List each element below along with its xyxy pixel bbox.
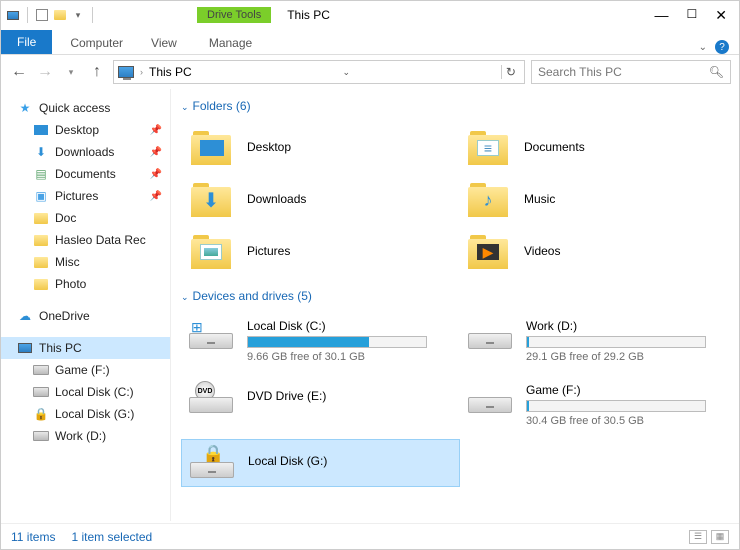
qat-properties-icon[interactable] <box>34 7 50 23</box>
view-large-button[interactable]: ▦ <box>711 530 729 544</box>
downloads-icon: ⬇ <box>33 144 49 160</box>
minimize-button[interactable]: — <box>655 7 669 24</box>
drive-local-g[interactable]: 🔒 Local Disk (G:) <box>181 439 460 487</box>
sidebar-onedrive[interactable]: ☁OneDrive <box>1 305 170 327</box>
capacity-bar <box>526 400 706 412</box>
sidebar-drive-work[interactable]: Work (D:) <box>1 425 170 447</box>
folder-icon <box>33 254 49 270</box>
app-icon <box>5 7 21 23</box>
documents-icon: ▤ <box>33 166 49 182</box>
search-placeholder: Search This PC <box>538 65 622 79</box>
folder-pictures[interactable]: Pictures <box>185 227 462 275</box>
address-path: This PC <box>149 65 192 79</box>
close-button[interactable]: ✕ <box>715 7 727 24</box>
locked-drive-icon: 🔒 <box>33 406 49 422</box>
drive-dvd-e[interactable]: DVD DVD Drive (E:) <box>181 375 460 435</box>
pc-icon <box>17 340 33 356</box>
forward-button[interactable]: → <box>35 62 55 82</box>
folder-desktop[interactable]: Desktop <box>185 123 462 171</box>
sidebar-item-misc[interactable]: Misc <box>1 251 170 273</box>
sidebar-item-pictures[interactable]: ▣Pictures📌 <box>1 185 170 207</box>
recent-dropdown[interactable]: ▾ <box>61 62 81 82</box>
drive-icon <box>33 384 49 400</box>
status-selected-count: 1 item selected <box>71 530 152 544</box>
dvd-drive-icon: DVD <box>189 383 233 413</box>
cloud-icon: ☁ <box>17 308 33 324</box>
drive-game-f[interactable]: Game (F:)30.4 GB free of 30.5 GB <box>460 375 739 435</box>
drive-icon: ⊞ <box>189 319 233 349</box>
sidebar-quick-access[interactable]: ★Quick access <box>1 97 170 119</box>
refresh-button[interactable]: ↻ <box>501 65 520 79</box>
tab-computer[interactable]: Computer <box>56 32 137 54</box>
title-bar: ▾ Drive Tools This PC — ☐ ✕ <box>1 1 739 29</box>
drive-icon <box>468 319 512 349</box>
status-item-count: 11 items <box>11 530 55 544</box>
sidebar-item-desktop[interactable]: Desktop📌 <box>1 119 170 141</box>
maximize-button[interactable]: ☐ <box>687 7 698 24</box>
drive-work-d[interactable]: Work (D:)29.1 GB free of 29.2 GB <box>460 311 739 371</box>
folder-icon <box>33 276 49 292</box>
address-bar[interactable]: › This PC ⌄ ↻ <box>113 60 525 84</box>
folder-downloads[interactable]: ⬇Downloads <box>185 175 462 223</box>
pc-icon <box>118 66 134 78</box>
desktop-icon <box>33 122 49 138</box>
section-drives-header[interactable]: ⌄Devices and drives (5) <box>175 285 739 307</box>
quick-access-toolbar: ▾ <box>5 7 97 23</box>
sidebar-drive-game[interactable]: Game (F:) <box>1 359 170 381</box>
locked-drive-icon: 🔒 <box>190 448 234 478</box>
drive-icon <box>468 383 512 413</box>
navigation-bar: ← → ▾ ↑ › This PC ⌄ ↻ Search This PC 🔍︎ <box>1 55 739 89</box>
status-bar: 11 items 1 item selected ☰ ▦ <box>1 523 739 549</box>
folder-icon <box>33 232 49 248</box>
search-input[interactable]: Search This PC 🔍︎ <box>531 60 731 84</box>
sidebar-item-doc[interactable]: Doc <box>1 207 170 229</box>
search-icon: 🔍︎ <box>709 65 724 79</box>
drive-icon <box>33 428 49 444</box>
folder-documents[interactable]: ≡Documents <box>462 123 739 171</box>
sidebar-item-hasleo[interactable]: Hasleo Data Rec <box>1 229 170 251</box>
tab-file[interactable]: File <box>1 30 52 54</box>
tab-manage[interactable]: Manage <box>195 32 266 54</box>
sidebar-item-downloads[interactable]: ⬇Downloads📌 <box>1 141 170 163</box>
ribbon-tabs: File Computer View Manage ⌄ ? <box>1 29 739 55</box>
window-title: This PC <box>287 8 330 22</box>
chevron-down-icon: ⌄ <box>181 292 189 302</box>
pin-icon: 📌 <box>150 191 162 202</box>
section-folders-header[interactable]: ⌄Folders (6) <box>175 95 739 117</box>
view-details-button[interactable]: ☰ <box>689 530 707 544</box>
sidebar-drive-c[interactable]: Local Disk (C:) <box>1 381 170 403</box>
help-icon[interactable]: ? <box>715 40 729 54</box>
back-button[interactable]: ← <box>9 62 29 82</box>
capacity-bar <box>247 336 427 348</box>
sidebar-item-documents[interactable]: ▤Documents📌 <box>1 163 170 185</box>
drive-local-c[interactable]: ⊞ Local Disk (C:)9.66 GB free of 30.1 GB <box>181 311 460 371</box>
pin-icon: 📌 <box>150 147 162 158</box>
folder-music[interactable]: ♪Music <box>462 175 739 223</box>
qat-dropdown-icon[interactable]: ▾ <box>70 7 86 23</box>
tab-view[interactable]: View <box>137 32 191 54</box>
sidebar-item-photo[interactable]: Photo <box>1 273 170 295</box>
folder-videos[interactable]: ▶Videos <box>462 227 739 275</box>
pictures-icon: ▣ <box>33 188 49 204</box>
star-icon: ★ <box>17 100 33 116</box>
ribbon-context-tab: Drive Tools <box>197 7 271 23</box>
pin-icon: 📌 <box>150 169 162 180</box>
up-button[interactable]: ↑ <box>87 62 107 82</box>
drive-icon <box>33 362 49 378</box>
ribbon-expand-icon[interactable]: ⌄ <box>699 42 707 53</box>
address-dropdown-icon[interactable]: ⌄ <box>339 67 355 78</box>
folder-icon <box>33 210 49 226</box>
pin-icon: 📌 <box>150 125 162 136</box>
sidebar-this-pc[interactable]: This PC <box>1 337 170 359</box>
content-pane: ⌄Folders (6) Desktop ≡Documents ⬇Downloa… <box>171 89 739 521</box>
qat-new-folder-icon[interactable] <box>52 7 68 23</box>
chevron-down-icon: ⌄ <box>181 102 189 112</box>
sidebar-drive-g[interactable]: 🔒Local Disk (G:) <box>1 403 170 425</box>
capacity-bar <box>526 336 706 348</box>
navigation-pane: ★Quick access Desktop📌 ⬇Downloads📌 ▤Docu… <box>1 89 171 521</box>
